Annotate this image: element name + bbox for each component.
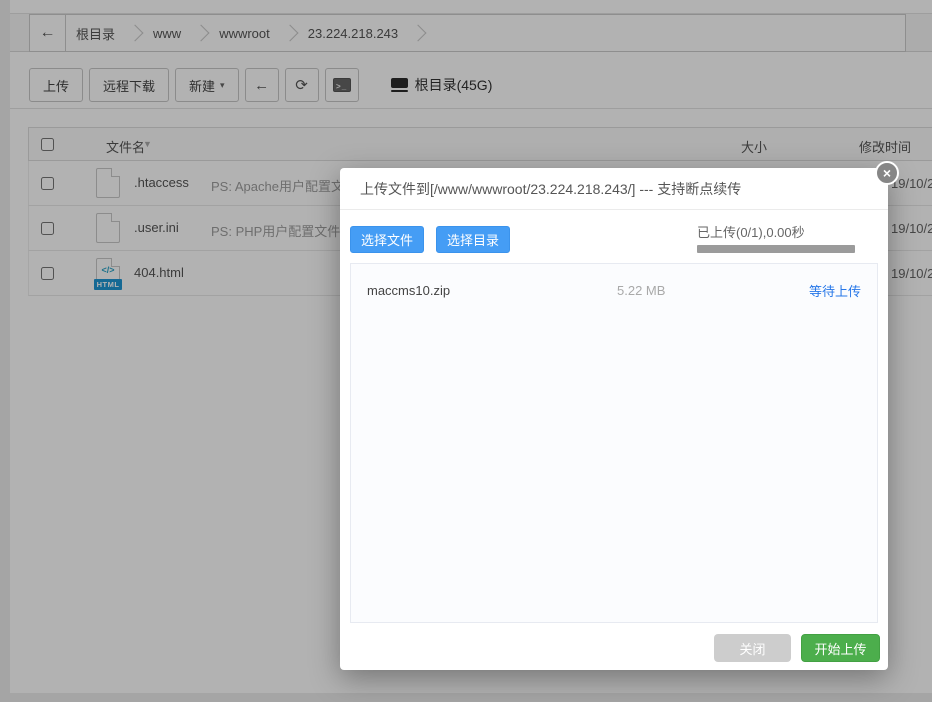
close-dialog-button[interactable]: × [875,161,899,185]
upload-file-list: maccms10.zip 5.22 MB 等待上传 [350,263,878,623]
upload-file-status: 等待上传 [809,281,861,300]
dialog-toolbar: 选择文件 选择目录 已上传(0/1),0.00秒 [340,210,888,263]
choose-dir-button[interactable]: 选择目录 [436,226,510,253]
progress-text: 已上传(0/1),0.00秒 [697,222,855,241]
close-button[interactable]: 关闭 [714,634,791,662]
dialog-title: 上传文件到[/www/wwwroot/23.224.218.243/] --- … [340,168,888,210]
choose-file-button[interactable]: 选择文件 [350,226,424,253]
progress-bar [697,245,855,253]
start-upload-button[interactable]: 开始上传 [801,634,880,662]
upload-file-row: maccms10.zip 5.22 MB 等待上传 [351,264,877,316]
upload-file-size: 5.22 MB [617,283,665,298]
close-icon: × [883,166,891,180]
upload-file-name: maccms10.zip [367,283,617,298]
dialog-footer: 关闭 开始上传 [714,634,880,662]
upload-progress: 已上传(0/1),0.00秒 [697,222,855,253]
upload-dialog: × 上传文件到[/www/wwwroot/23.224.218.243/] --… [340,168,888,670]
